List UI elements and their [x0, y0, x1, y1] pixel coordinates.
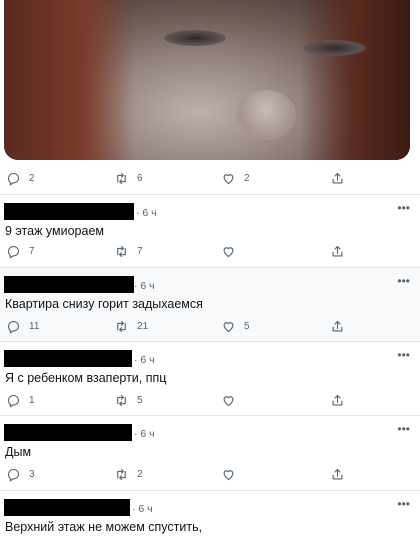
reply-button[interactable]: 3: [6, 464, 35, 484]
media-feature-left: [164, 30, 226, 46]
retweet-icon: [117, 468, 126, 480]
like-button[interactable]: 5: [221, 316, 250, 336]
reply-button[interactable]: 7: [6, 241, 35, 261]
tweet[interactable]: · 6 ч ••• Верхний этаж не можем спустить…: [0, 490, 420, 539]
tweet[interactable]: · 6 ч ••• Дым 3 2: [0, 415, 420, 490]
reply-button[interactable]: 1: [6, 390, 35, 410]
reply-button[interactable]: 11: [6, 316, 39, 336]
share-button[interactable]: [330, 464, 345, 484]
redacted-username: [4, 499, 130, 516]
share-button[interactable]: [330, 241, 345, 261]
tweet-time[interactable]: · 6 ч: [134, 428, 155, 440]
tweet-text: Квартира снизу горит задыхаемся: [5, 297, 203, 311]
tweet[interactable]: · 6 ч ••• 9 этаж умиораем 7 7: [0, 194, 420, 267]
retweet-button[interactable]: 21: [114, 316, 148, 336]
tweet[interactable]: · 6 ч ••• Я с ребенком взаперти, ппц 1 5: [0, 341, 420, 415]
reply-button[interactable]: 2: [6, 168, 35, 188]
redacted-username: [4, 203, 134, 220]
tweet-text: Я с ребенком взаперти, ппц: [5, 371, 167, 385]
share-icon: [332, 245, 343, 256]
like-button[interactable]: 2: [221, 168, 250, 188]
like-button[interactable]: [221, 241, 244, 261]
like-button[interactable]: [221, 464, 244, 484]
share-icon: [332, 468, 343, 479]
media-shade-right: [300, 0, 410, 160]
share-button[interactable]: [330, 316, 345, 336]
top-post-actions: 2 6 2: [0, 168, 420, 188]
like-count: 2: [244, 172, 250, 184]
reply-count: 11: [29, 320, 40, 332]
retweet-icon: [117, 172, 126, 184]
tweet-time[interactable]: · 6 ч: [134, 354, 155, 366]
retweet-button[interactable]: 6: [114, 168, 143, 188]
heart-icon: [223, 246, 234, 257]
more-options-icon[interactable]: •••: [397, 348, 410, 362]
tweet-time-value: 6 ч: [138, 503, 153, 515]
retweet-count: 21: [137, 320, 149, 332]
retweet-button[interactable]: 2: [114, 464, 143, 484]
share-button[interactable]: [330, 168, 345, 188]
retweet-count: 5: [137, 394, 143, 406]
tweet-text: 9 этаж умиораем: [5, 224, 104, 238]
retweet-count: 2: [137, 468, 143, 480]
tweet-text: Верхний этаж не можем спустить,: [5, 520, 203, 534]
reply-count: 3: [29, 468, 35, 480]
tweet-time[interactable]: · 6 ч: [134, 280, 155, 292]
tweet-time-value: 6 ч: [140, 280, 155, 292]
retweet-button[interactable]: 7: [114, 241, 143, 261]
tweet-time[interactable]: · 6 ч: [132, 503, 153, 515]
more-options-icon[interactable]: •••: [397, 274, 410, 288]
retweet-count: 6: [137, 172, 143, 184]
reply-icon: [7, 468, 20, 481]
media-feature-right: [304, 40, 366, 56]
share-icon: [332, 320, 343, 331]
retweet-button[interactable]: 5: [114, 390, 143, 410]
retweet-icon: [117, 394, 126, 406]
reply-icon: [7, 320, 20, 333]
tweet-actions: 7 7: [0, 241, 420, 261]
retweet-icon: [117, 245, 126, 257]
media-feature-center: [236, 90, 296, 140]
reply-icon: [7, 394, 20, 407]
share-icon: [332, 394, 343, 405]
tweet[interactable]: · 6 ч ••• Квартира снизу горит задыхаемс…: [0, 267, 420, 341]
reply-count: 1: [29, 394, 35, 406]
heart-icon: [223, 321, 234, 332]
media-shade-left: [4, 0, 134, 160]
heart-icon: [223, 173, 234, 184]
redacted-username: [4, 276, 134, 293]
tweet-time-value: 6 ч: [142, 207, 157, 219]
media-image[interactable]: [4, 0, 410, 160]
tweet-text: Дым: [5, 445, 32, 459]
tweet-time-value: 6 ч: [140, 354, 155, 366]
more-options-icon[interactable]: •••: [397, 422, 410, 436]
redacted-username: [4, 350, 132, 367]
tweet-time-value: 6 ч: [140, 428, 155, 440]
more-options-icon[interactable]: •••: [397, 201, 410, 215]
heart-icon: [223, 469, 234, 480]
like-button[interactable]: [221, 390, 244, 410]
reply-icon: [7, 172, 20, 185]
reply-count: 7: [29, 245, 35, 257]
tweet-media[interactable]: [0, 0, 420, 162]
share-icon: [332, 172, 343, 183]
tweet-actions: 11 21 5: [0, 316, 420, 336]
heart-icon: [223, 395, 234, 406]
share-button[interactable]: [330, 390, 345, 410]
tweet-actions: 3 2: [0, 464, 420, 484]
retweet-count: 7: [137, 245, 143, 257]
retweet-icon: [117, 320, 126, 332]
like-count: 5: [244, 320, 250, 332]
redacted-username: [4, 424, 132, 441]
reply-count: 2: [29, 172, 35, 184]
reply-icon: [7, 245, 20, 258]
tweet-actions: 1 5: [0, 390, 420, 410]
more-options-icon[interactable]: •••: [397, 497, 410, 511]
tweet-time[interactable]: · 6 ч: [136, 207, 157, 219]
